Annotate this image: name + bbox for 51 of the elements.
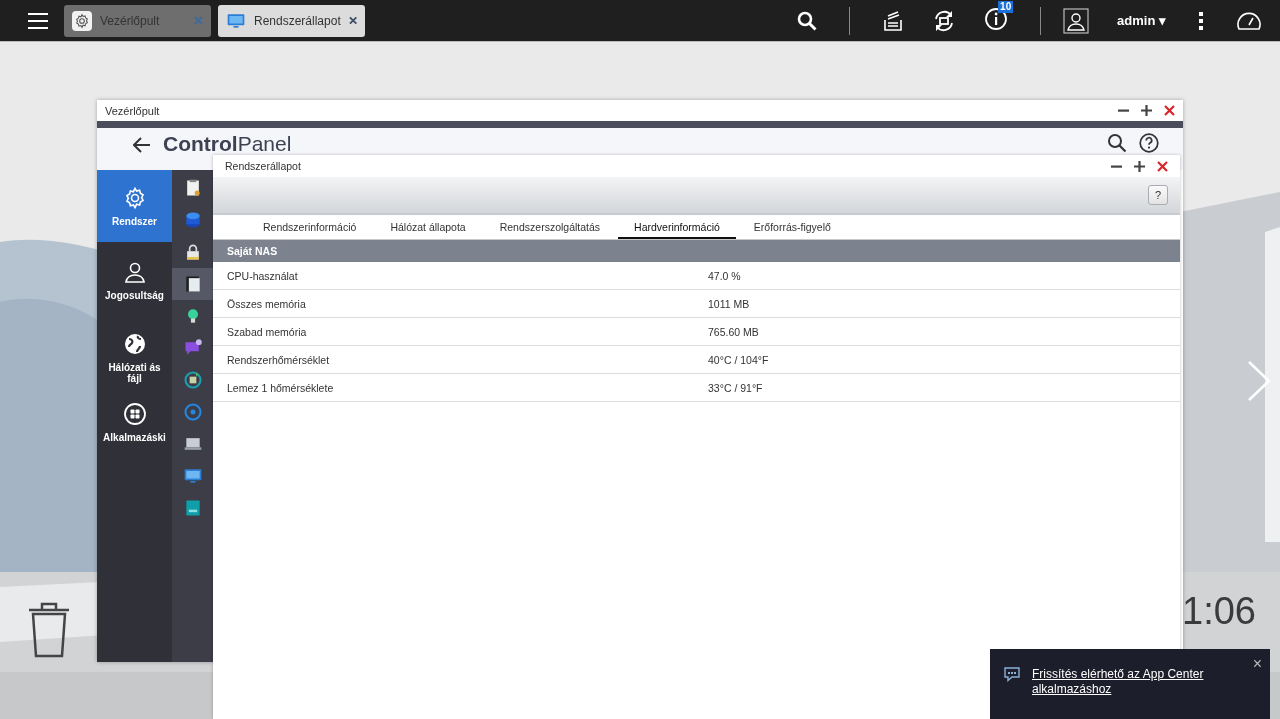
tab[interactable]: Rendszerinformáció [247,217,373,239]
search-icon[interactable] [797,10,818,31]
close-icon[interactable] [1157,160,1168,172]
property-value: 33°C / 91°F [708,381,763,394]
taskbar-tab[interactable]: Rendszerállapot [218,4,365,37]
category-item[interactable]: Hálózati ás fájl [97,318,172,388]
property-value: 47.0 % [708,269,741,282]
user-avatar-icon[interactable] [1063,7,1090,34]
property-value: 765.60 MB [708,325,759,338]
clock-time: 1:06 [1182,592,1256,630]
maximize-icon[interactable] [1141,105,1152,116]
property-label: Rendszerhőmérséklet [226,353,331,366]
close-icon[interactable] [348,16,357,25]
more-icon[interactable] [1198,10,1204,31]
tab[interactable]: Hálózat állapota [374,217,482,239]
trash-icon[interactable] [27,600,71,658]
category-item[interactable]: Alkalmazáski [97,388,172,447]
notification-badge: 10 [998,0,1014,13]
property-label: CPU-használat [226,269,299,282]
tool-item[interactable] [172,268,213,300]
close-button[interactable]: × [1252,655,1262,673]
tab[interactable]: Erőforrás-figyelő [737,217,847,239]
sync-icon [182,370,203,390]
back-arrow-icon[interactable] [133,137,151,153]
search-icon[interactable] [1107,133,1127,153]
menu-icon[interactable] [28,12,48,29]
help-button[interactable]: ? [1148,185,1168,205]
user-menu[interactable]: admin ▾ [1117,13,1166,28]
globe-icon [122,332,147,356]
monitor-icon [182,466,203,486]
property-value: 1011 MB [708,297,750,310]
update-link[interactable]: Frissítés elérhető az App Center alkalmazáshoz [1032,667,1222,697]
window-title: Vezérlőpult [105,104,160,117]
property-value: 40°C / 104°F [708,353,769,366]
close-icon[interactable] [1164,105,1175,116]
section-header: Saját NAS [213,240,1180,262]
disc-icon [182,402,203,422]
message-icon [1004,667,1020,682]
app-title: ControlPanel [163,133,292,155]
stack-icon[interactable] [882,9,905,32]
window-title: Rendszerállapot [225,160,301,172]
maximize-icon[interactable] [1134,160,1145,172]
gear-icon [74,12,90,29]
property-label: Összes memória [226,297,307,310]
category-item[interactable]: Rendszer [97,170,172,242]
property-label: Szabad memória [226,325,308,338]
grid-icon [122,402,147,426]
help-icon[interactable] [1139,133,1159,153]
property-label: Lemez 1 hőmérséklete [226,381,335,394]
tab[interactable]: Rendszerszolgáltatás [483,217,617,239]
category-item[interactable]: Jogosultság [97,242,172,318]
